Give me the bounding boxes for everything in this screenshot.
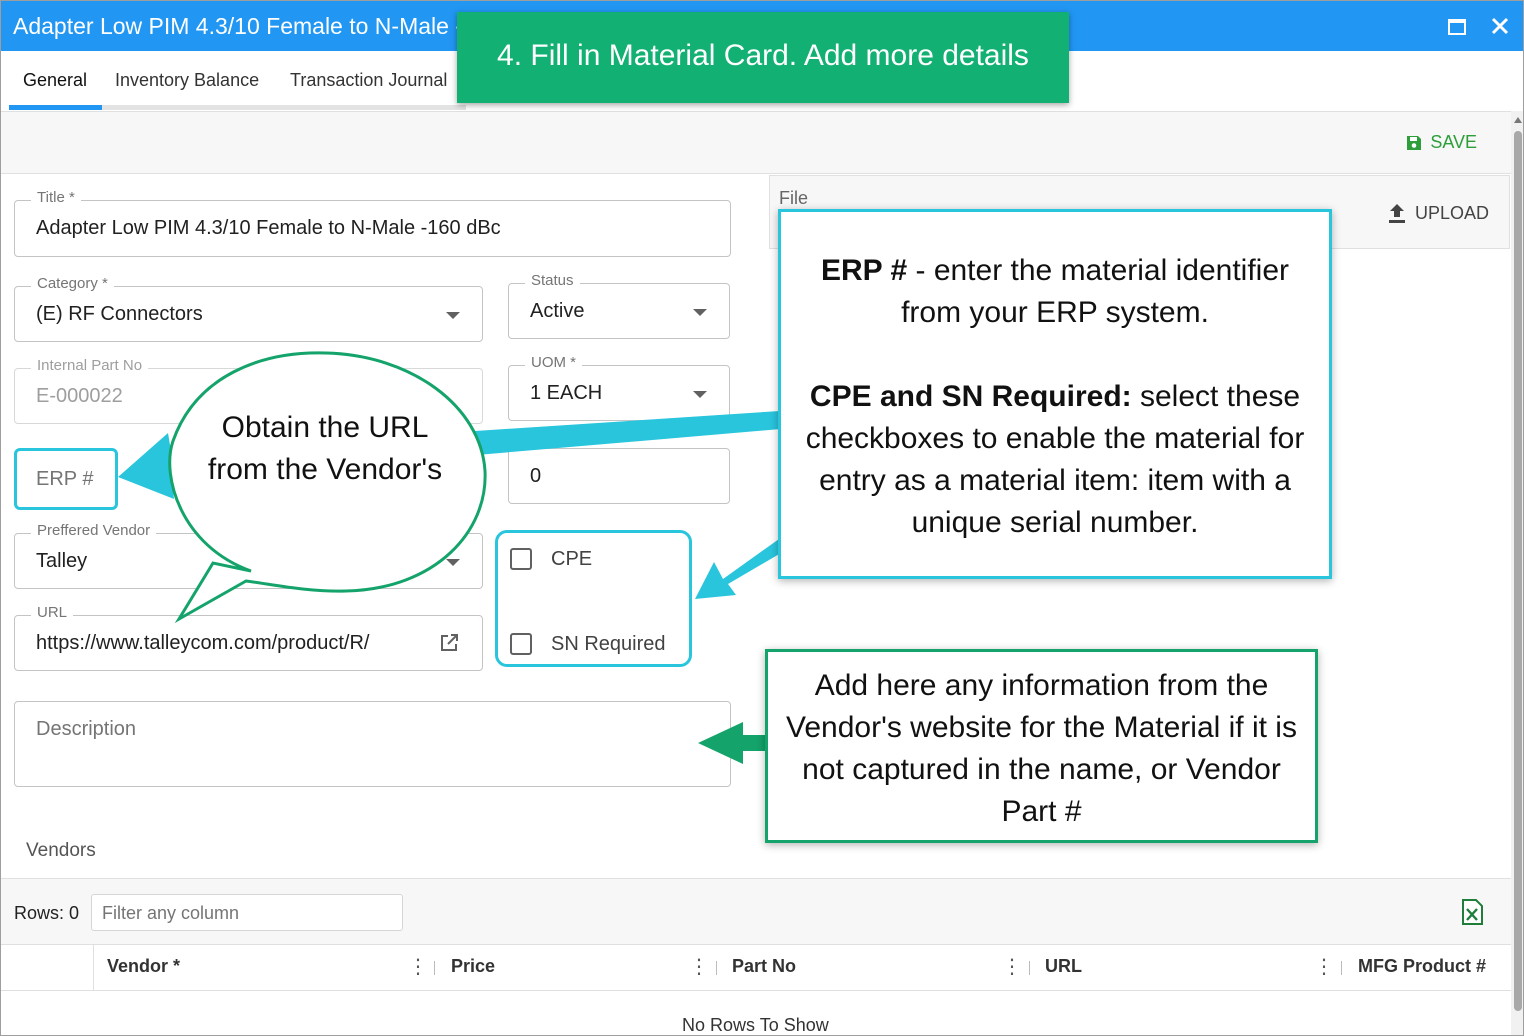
description-note: Add here any information from the Vendor… [765, 649, 1318, 843]
erp-cpe-note: ERP # - enter the material identifier fr… [778, 209, 1332, 579]
erp-note-bold: ERP # [820, 254, 908, 287]
erp-note: ERP # - enter the material identifier fr… [799, 250, 1311, 334]
material-card-window: Adapter Low PIM 4.3/10 Female to N-Male … [0, 0, 1524, 1036]
description-note-text: Add here any information from the Vendor… [786, 669, 1297, 828]
erp-note-text: - enter the material identifier from you… [901, 254, 1289, 329]
note-spacer [799, 334, 1311, 376]
cpe-note: CPE and SN Required: select these checkb… [799, 376, 1311, 544]
url-bubble-text: Obtain the URL from the Vendor's [207, 411, 443, 486]
cpe-note-bold: CPE and SN Required: [809, 380, 1132, 413]
